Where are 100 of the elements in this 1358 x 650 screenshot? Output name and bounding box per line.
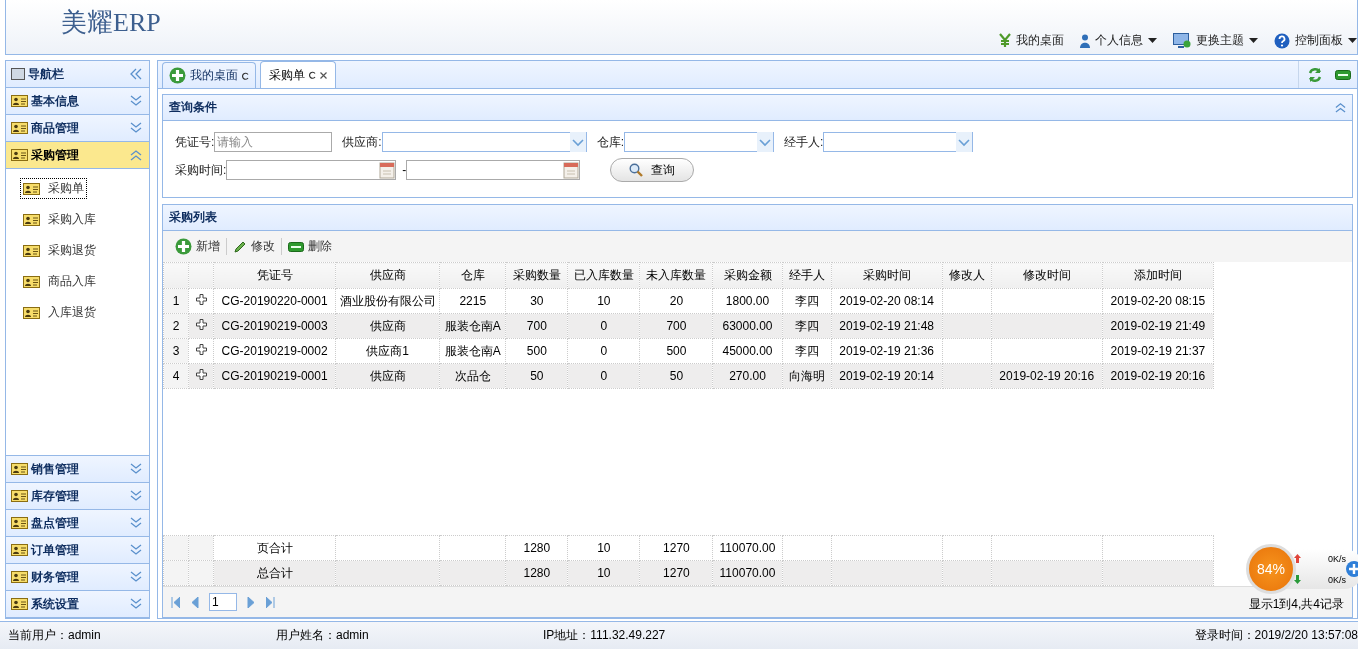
tab[interactable]: 我的桌面 [162, 62, 256, 88]
panel-icon [11, 68, 25, 80]
table-cell: 1280 [523, 566, 551, 580]
date-field[interactable] [406, 160, 581, 180]
next-page-icon[interactable] [247, 596, 256, 608]
tab[interactable]: 采购单 [260, 61, 336, 88]
expand-icon[interactable] [130, 544, 142, 556]
collapse-icon[interactable] [1335, 102, 1346, 113]
expand-row-icon[interactable] [195, 294, 207, 305]
field-label: 经手人: [784, 133, 824, 151]
expand-icon[interactable] [130, 122, 142, 134]
collapse-icon[interactable] [130, 149, 142, 161]
refresh-icon[interactable] [309, 71, 316, 79]
table-cell: 30 [530, 294, 544, 308]
expand-row-icon[interactable] [195, 319, 207, 330]
upload-icon [1294, 554, 1301, 563]
table-cell: 110070.00 [719, 566, 776, 580]
header-menu-item[interactable]: 控制面板 [1274, 32, 1357, 49]
add-icon [169, 67, 186, 84]
sidebar-item[interactable]: 商品入库 [20, 271, 99, 292]
select-field[interactable] [624, 132, 775, 152]
card-icon [11, 490, 28, 502]
toolbar-button[interactable]: 修改 [227, 238, 282, 255]
row-number: 2 [172, 319, 180, 333]
expand-icon[interactable] [130, 490, 142, 502]
table-cell: 酒业股份有限公司 [339, 293, 436, 308]
expand-icon[interactable] [130, 95, 142, 107]
prev-page-icon[interactable] [190, 596, 199, 608]
sidebar-item[interactable]: 入库退货 [20, 302, 99, 323]
table-cell: 2019-02-19 20:16 [1110, 369, 1206, 383]
expand-icon[interactable] [130, 517, 142, 529]
column-header[interactable]: 仓库 [460, 268, 485, 282]
collapse-icon[interactable] [130, 68, 142, 80]
input-field[interactable]: 请输入 [214, 132, 333, 152]
expand-icon[interactable] [130, 463, 142, 475]
expand-row-icon[interactable] [195, 369, 207, 380]
header-menu-item[interactable]: 我的桌面 [999, 32, 1064, 49]
calendar-icon[interactable] [379, 161, 396, 179]
table-cell: CG-20190219-0002 [221, 344, 328, 358]
sidebar-item[interactable]: 采购入库 [20, 209, 99, 230]
user-icon [1080, 33, 1090, 48]
add-icon [175, 238, 192, 255]
sidebar-item[interactable]: 采购退货 [20, 240, 99, 261]
table-cell: 2019-02-19 20:14 [839, 369, 934, 383]
refresh-icon[interactable] [242, 71, 249, 80]
table-cell: 700 [666, 319, 687, 333]
status-text: IP地址：111.32.49.227 [543, 627, 667, 644]
toolbar-button[interactable]: 新增 [169, 238, 227, 255]
select-field[interactable] [381, 132, 587, 152]
table-cell: 服装仓南A [444, 343, 501, 358]
sidebar-item[interactable]: 采购单 [20, 178, 87, 199]
card-icon [23, 182, 40, 195]
download-icon [1294, 575, 1301, 584]
sidebar-section[interactable]: 财务管理 [6, 564, 149, 591]
search-button[interactable]: 查询 [610, 158, 695, 182]
column-header[interactable]: 凭证号 [256, 268, 293, 282]
toolbar-button[interactable]: 删除 [282, 238, 338, 255]
sidebar-section[interactable]: 基本信息 [6, 88, 149, 115]
card-icon [23, 306, 40, 319]
close-icon[interactable] [320, 71, 327, 79]
card-icon [23, 244, 40, 257]
card-icon [11, 463, 28, 475]
sidebar-section[interactable]: 采购管理 [6, 142, 149, 169]
sidebar-section[interactable]: 系统设置 [6, 591, 149, 618]
header-menu-item[interactable]: 更换主题 [1173, 32, 1258, 49]
sidebar-section[interactable]: 销售管理 [6, 456, 149, 483]
sidebar-section[interactable]: 商品管理 [6, 115, 149, 142]
page-number-field[interactable]: 1 [209, 593, 237, 611]
upload-speed: 0K/s [1327, 553, 1346, 564]
table-cell: 李四 [794, 293, 819, 308]
search-icon [629, 163, 644, 177]
add-icon[interactable] [1346, 561, 1358, 577]
date-field[interactable] [226, 160, 397, 180]
row-number: 3 [172, 344, 180, 358]
sidebar-section[interactable]: 盘点管理 [6, 510, 149, 537]
calendar-icon[interactable] [563, 161, 580, 179]
column-header[interactable]: 供应商 [369, 268, 406, 282]
status-text: 当前用户：admin [8, 627, 102, 644]
minimize-icon[interactable] [1335, 69, 1351, 80]
expand-icon[interactable] [130, 598, 142, 610]
table-cell: 45000.00 [722, 344, 773, 358]
table-cell: 2019-02-20 08:15 [1110, 294, 1206, 308]
pencil-icon [233, 239, 247, 254]
table-cell: 供应商 [369, 368, 406, 383]
expand-icon[interactable] [130, 571, 142, 583]
table-cell: 页合计 [256, 540, 293, 555]
select-field[interactable] [823, 132, 974, 152]
table-cell: 2215 [459, 294, 487, 308]
monitor-icon [1173, 33, 1191, 48]
row-number: 4 [172, 369, 180, 383]
sidebar-section[interactable]: 库存管理 [6, 483, 149, 510]
expand-row-icon[interactable] [195, 344, 207, 355]
sidebar-section[interactable]: 订单管理 [6, 537, 149, 564]
table-cell: 次品仓 [454, 368, 491, 383]
table-cell: 1800.00 [725, 294, 770, 308]
first-page-icon[interactable] [171, 596, 180, 608]
last-page-icon[interactable] [266, 596, 275, 608]
table-cell: 李四 [794, 343, 819, 358]
header-menu-item[interactable]: 个人信息 [1080, 32, 1157, 49]
table-cell: 供应商1 [366, 343, 410, 358]
